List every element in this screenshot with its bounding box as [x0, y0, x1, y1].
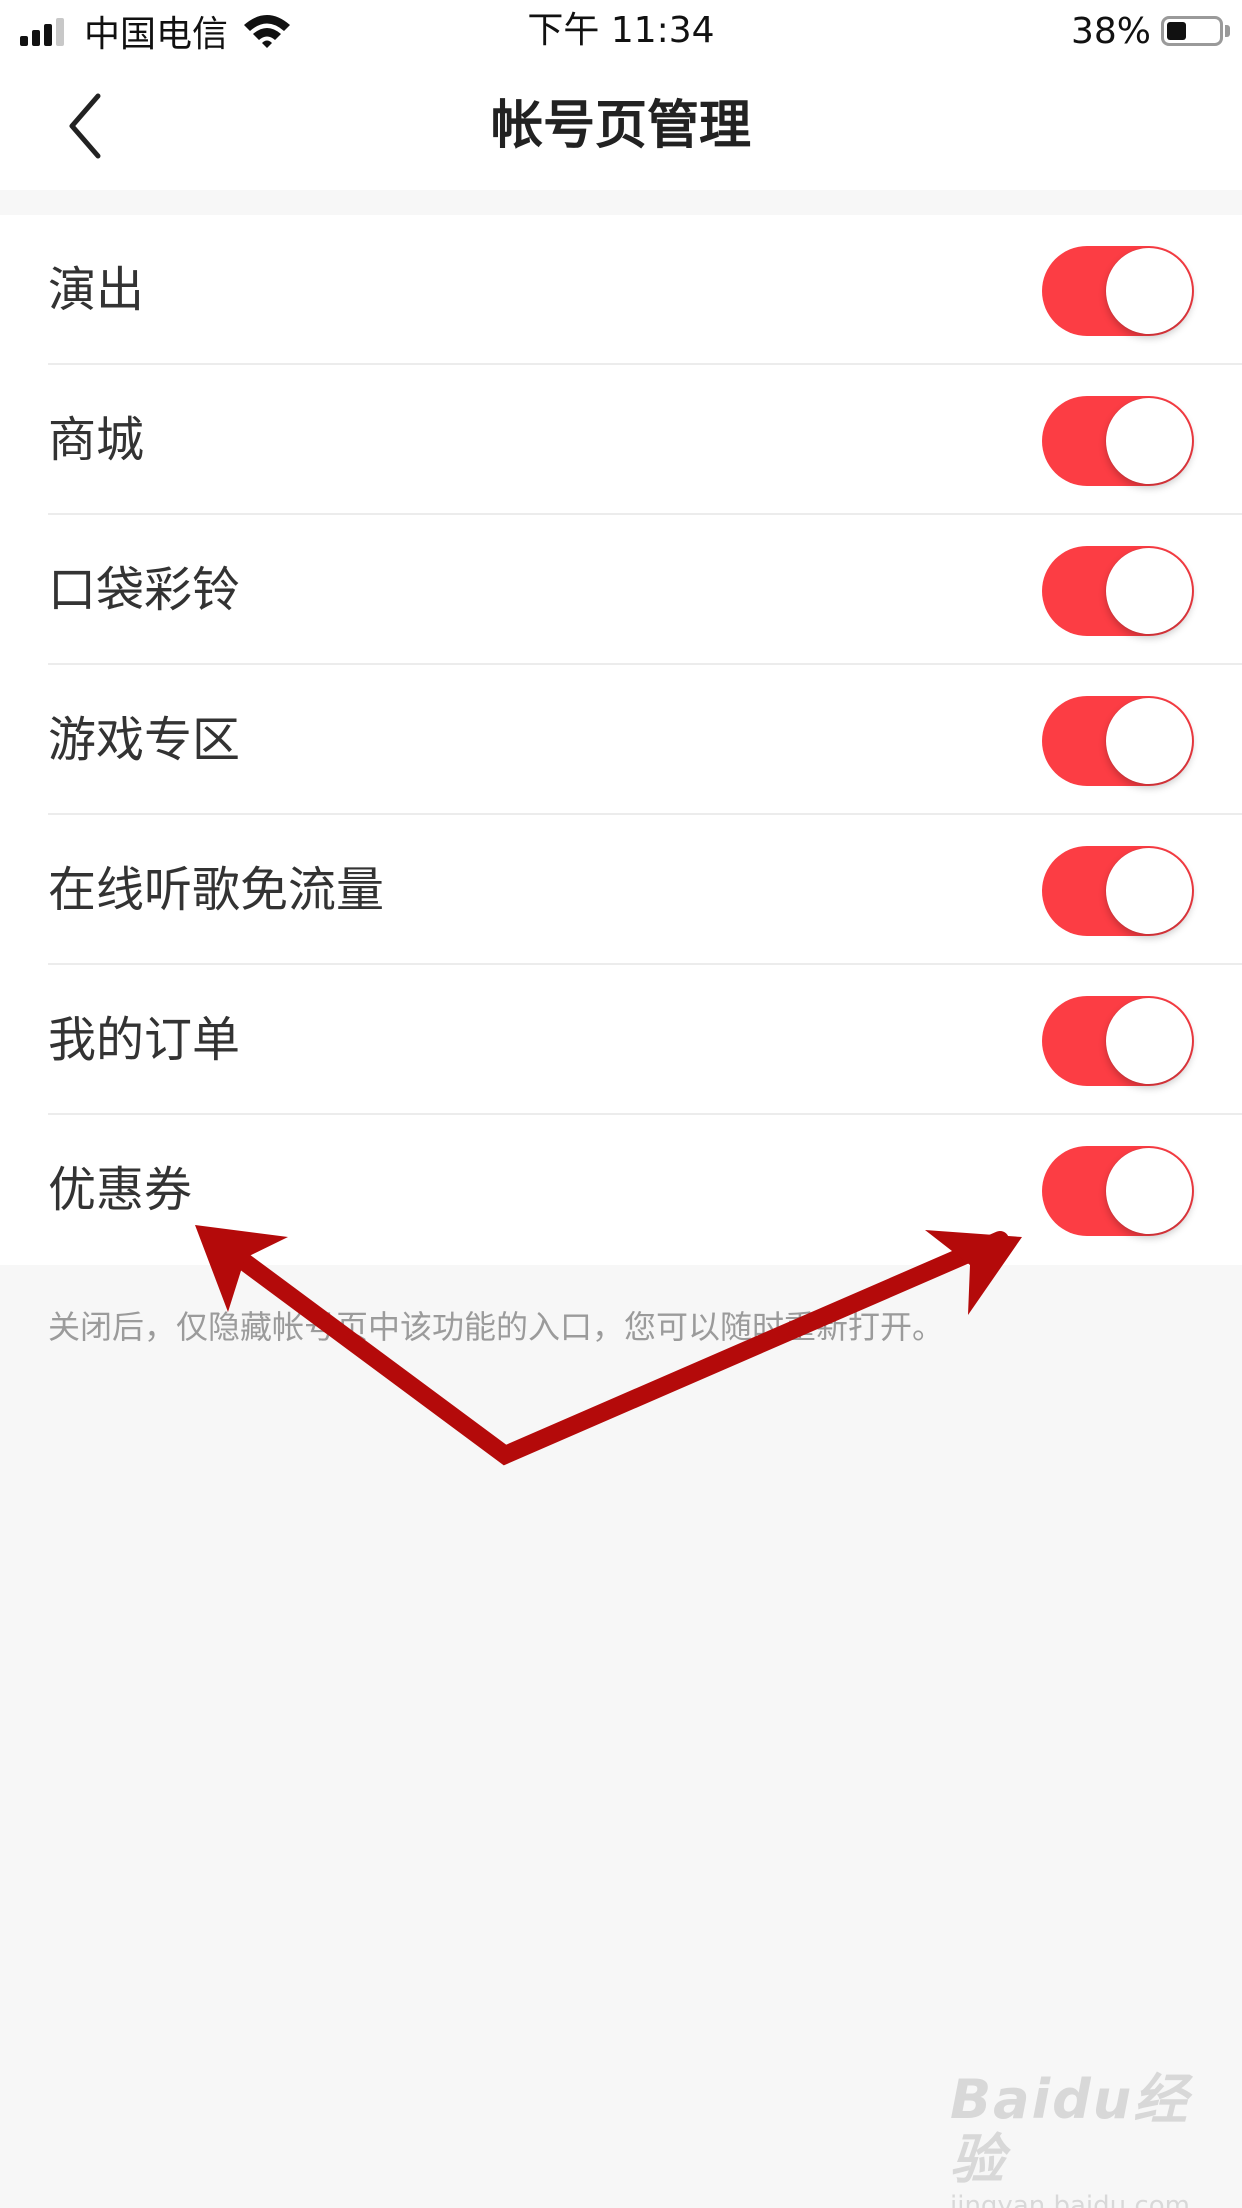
back-button[interactable] [50, 86, 130, 166]
setting-label: 演出 [48, 262, 145, 318]
app-screen: 中国电信 下午 11:34 38% 帐号页管理 演出 商城 口袋彩铃 游戏专区 … [0, 0, 1242, 2208]
battery-percent: 38% [1070, 10, 1151, 52]
toggle-switch[interactable] [1042, 396, 1194, 486]
toggle-knob [1106, 398, 1192, 484]
watermark-logo: Baidu经验 jingyan.baidu.com [950, 2070, 1190, 2208]
battery-icon [1161, 16, 1223, 46]
toggle-knob [1106, 248, 1192, 334]
toggle-switch[interactable] [1042, 996, 1194, 1086]
setting-row: 我的订单 [0, 965, 1242, 1115]
toggle-knob [1106, 998, 1192, 1084]
toggle-knob [1106, 548, 1192, 634]
status-right: 38% [1071, 8, 1230, 54]
setting-label: 优惠券 [48, 1162, 193, 1218]
toggle-knob [1106, 848, 1192, 934]
toggle-switch[interactable] [1042, 846, 1194, 936]
chevron-left-icon [69, 93, 101, 159]
setting-label: 我的订单 [48, 1012, 241, 1068]
setting-label: 口袋彩铃 [48, 562, 241, 618]
page-title: 帐号页管理 [490, 96, 751, 156]
setting-row: 优惠券 [0, 1115, 1242, 1265]
footer-note: 关闭后，仅隐藏帐号页中该功能的入口，您可以随时重新打开。 [48, 1308, 945, 1346]
toggle-switch[interactable] [1042, 696, 1194, 786]
toggle-knob [1106, 698, 1192, 784]
setting-label: 商城 [48, 412, 145, 468]
toggle-switch[interactable] [1042, 546, 1194, 636]
status-bar: 中国电信 下午 11:34 38% [0, 0, 1242, 62]
watermark-url: jingyan.baidu.com [950, 2191, 1190, 2208]
toggle-switch[interactable] [1042, 1146, 1194, 1236]
battery-level [1167, 22, 1186, 40]
setting-label: 在线听歌免流量 [48, 862, 385, 918]
setting-label: 游戏专区 [48, 712, 241, 768]
setting-row: 在线听歌免流量 [0, 815, 1242, 965]
toggle-knob [1106, 1148, 1192, 1234]
watermark-brand: Baidu经验 [950, 2068, 1190, 2191]
setting-row: 口袋彩铃 [0, 515, 1242, 665]
settings-list: 演出 商城 口袋彩铃 游戏专区 在线听歌免流量 我的订单 优惠券 [0, 215, 1242, 1265]
setting-row: 商城 [0, 365, 1242, 515]
navigation-bar: 帐号页管理 [0, 62, 1242, 190]
toggle-switch[interactable] [1042, 246, 1194, 336]
battery-nub [1225, 25, 1230, 37]
setting-row: 游戏专区 [0, 665, 1242, 815]
status-time: 下午 11:34 [527, 10, 715, 51]
setting-row: 演出 [0, 215, 1242, 365]
